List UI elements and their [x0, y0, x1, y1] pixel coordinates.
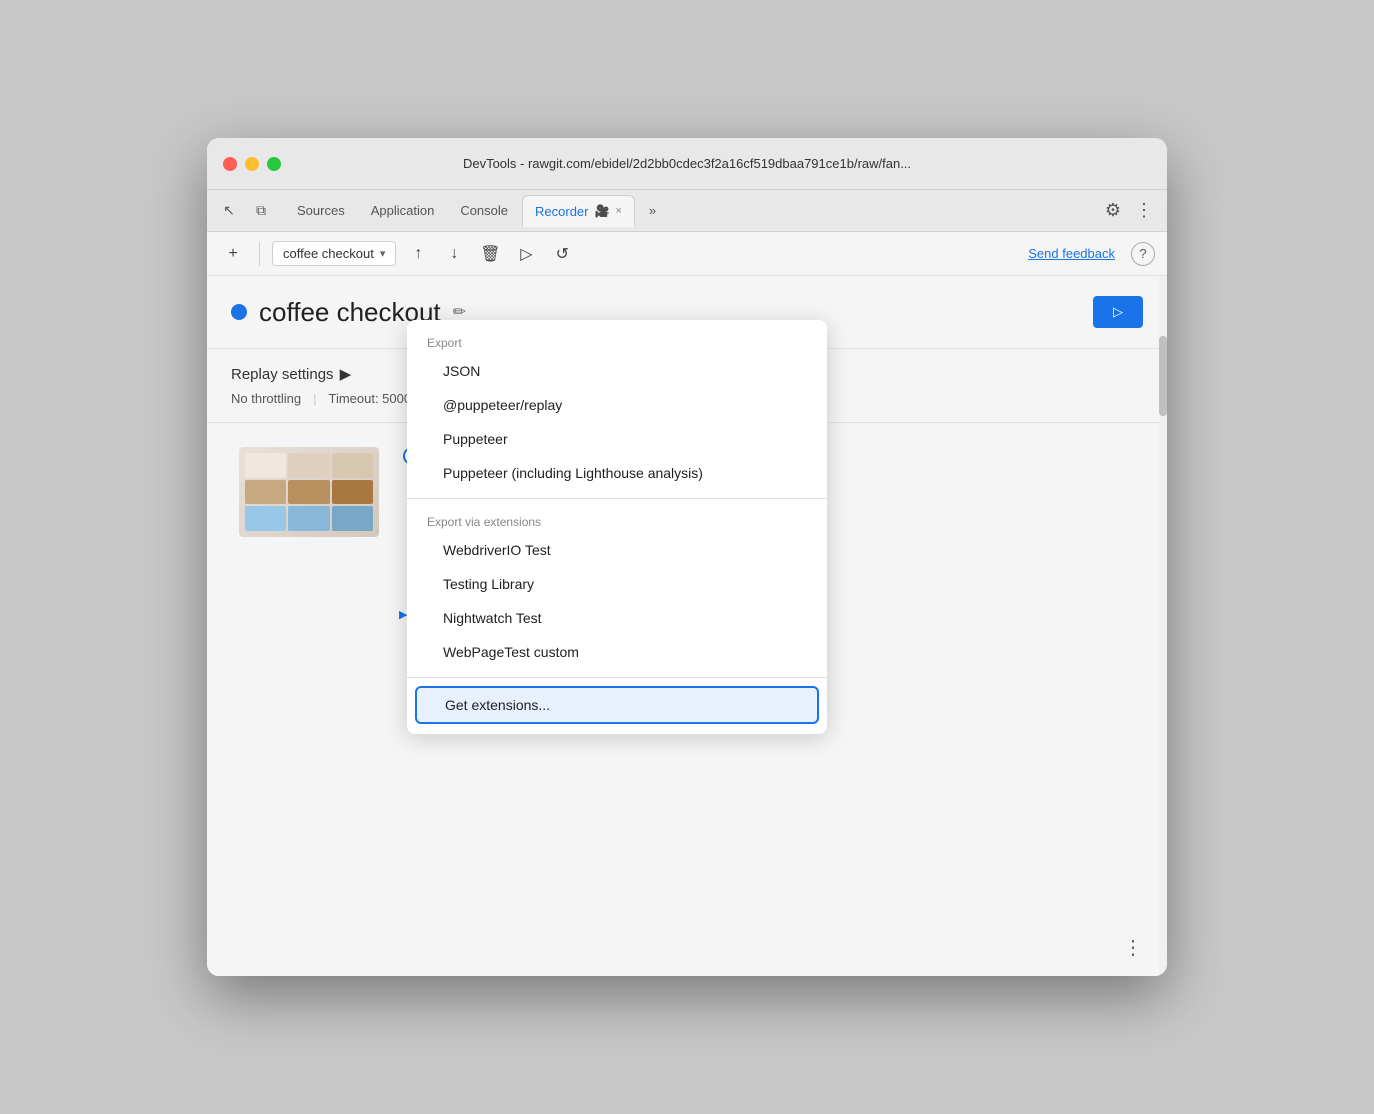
export-webpagetest-label: WebPageTest custom — [443, 644, 579, 660]
tabs-bar: ↖ ⧉ Sources Application Console Recorder… — [207, 190, 1167, 232]
maximize-button[interactable] — [267, 157, 281, 171]
minimize-button[interactable] — [245, 157, 259, 171]
thumb-cell-3 — [332, 453, 373, 478]
export-json-label: JSON — [443, 363, 480, 379]
close-button[interactable] — [223, 157, 237, 171]
window-title: DevTools - rawgit.com/ebidel/2d2bb0cdec3… — [463, 156, 911, 171]
toolbar: + coffee checkout ▾ ↑ ↓ 🗑 ▷ ↺ Send feedb… — [207, 232, 1167, 276]
export-testing-library-label: Testing Library — [443, 576, 534, 592]
recorder-icon: 🎥 — [594, 204, 609, 218]
toolbar-divider-1 — [259, 242, 260, 266]
bottom-more-options-icon[interactable]: ⋮ — [1123, 935, 1143, 960]
tab-application[interactable]: Application — [359, 195, 447, 227]
thumb-cell-7 — [245, 506, 286, 531]
tab-icons: ↖ ⧉ — [215, 197, 275, 225]
tab-recorder[interactable]: Recorder 🎥 × — [522, 195, 635, 227]
export-testing-library-item[interactable]: Testing Library — [407, 567, 827, 601]
recording-selector-label: coffee checkout — [283, 246, 374, 261]
send-feedback-link[interactable]: Send feedback — [1028, 246, 1115, 261]
export-puppeteer-replay-item[interactable]: @puppeteer/replay — [407, 388, 827, 422]
tab-console[interactable]: Console — [448, 195, 520, 227]
chevron-down-icon: ▾ — [380, 247, 386, 260]
export-webpagetest-item[interactable]: WebPageTest custom — [407, 635, 827, 669]
help-button[interactable]: ? — [1131, 242, 1155, 266]
export-webdriverio-item[interactable]: WebdriverIO Test — [407, 533, 827, 567]
export-puppeteer-label: Puppeteer — [443, 431, 508, 447]
step-thumbnail — [239, 447, 379, 537]
settings-chevron-right-icon: ▶ — [340, 365, 352, 383]
gear-icon[interactable]: ⚙ — [1099, 200, 1127, 221]
start-recording-button[interactable]: ▷ — [1093, 296, 1143, 328]
trash-icon: 🗑 — [480, 244, 500, 264]
scrollbar-track[interactable] — [1159, 276, 1167, 976]
delete-button[interactable]: 🗑 — [476, 240, 504, 268]
title-bar: DevTools - rawgit.com/ebidel/2d2bb0cdec3… — [207, 138, 1167, 190]
tab-more[interactable]: » — [637, 195, 668, 227]
tab-recorder-close[interactable]: × — [615, 205, 621, 217]
recording-selector[interactable]: coffee checkout ▾ — [272, 241, 396, 266]
scrollbar-thumb[interactable] — [1159, 336, 1167, 416]
export-puppeteer-replay-label: @puppeteer/replay — [443, 397, 562, 413]
export-section-label: Export — [407, 328, 827, 354]
export-puppeteer-item[interactable]: Puppeteer — [407, 422, 827, 456]
extensions-section-label: Export via extensions — [407, 507, 827, 533]
add-icon: + — [228, 245, 237, 263]
more-options-icon[interactable]: ⋮ — [1129, 200, 1159, 221]
cursor-icon: ↖ — [223, 202, 235, 219]
layers-icon-btn[interactable]: ⧉ — [247, 197, 275, 225]
edit-icon[interactable]: ✏ — [453, 302, 466, 322]
cursor-icon-btn[interactable]: ↖ — [215, 197, 243, 225]
get-extensions-item[interactable]: Get extensions... — [415, 686, 819, 724]
layers-icon: ⧉ — [256, 202, 266, 219]
play-icon: ▷ — [520, 244, 532, 264]
thumb-cell-8 — [288, 506, 329, 531]
recording-status-dot — [231, 304, 247, 320]
tab-sources[interactable]: Sources — [285, 195, 357, 227]
tab-more-label: » — [649, 203, 656, 218]
replay-button[interactable]: ↺ — [548, 240, 576, 268]
thumb-cell-9 — [332, 506, 373, 531]
export-json-item[interactable]: JSON — [407, 354, 827, 388]
get-extensions-label: Get extensions... — [445, 697, 550, 713]
tab-sources-label: Sources — [297, 203, 345, 218]
export-puppeteer-lighthouse-label: Puppeteer (including Lighthouse analysis… — [443, 465, 703, 481]
upload-icon: ↑ — [414, 245, 422, 263]
thumb-cell-4 — [245, 480, 286, 505]
tab-application-label: Application — [371, 203, 435, 218]
settings-divider: | — [313, 391, 316, 406]
thumb-cell-6 — [332, 480, 373, 505]
thumb-cell-5 — [288, 480, 329, 505]
export-nightwatch-label: Nightwatch Test — [443, 610, 542, 626]
devtools-window: DevTools - rawgit.com/ebidel/2d2bb0cdec3… — [207, 138, 1167, 976]
upload-button[interactable]: ↑ — [404, 240, 432, 268]
tab-console-label: Console — [460, 203, 508, 218]
add-recording-button[interactable]: + — [219, 240, 247, 268]
thumb-cell-1 — [245, 453, 286, 478]
throttling-value: No throttling — [231, 391, 301, 406]
download-icon: ↓ — [450, 245, 458, 263]
export-webdriverio-label: WebdriverIO Test — [443, 542, 551, 558]
traffic-lights — [223, 157, 281, 171]
dropdown-divider-2 — [407, 677, 827, 678]
export-puppeteer-lighthouse-item[interactable]: Puppeteer (including Lighthouse analysis… — [407, 456, 827, 490]
export-nightwatch-item[interactable]: Nightwatch Test — [407, 601, 827, 635]
export-dropdown: Export JSON @puppeteer/replay Puppeteer … — [407, 320, 827, 734]
replay-settings-label: Replay settings — [231, 366, 334, 383]
download-button[interactable]: ↓ — [440, 240, 468, 268]
help-icon: ? — [1139, 246, 1146, 261]
thumb-cell-2 — [288, 453, 329, 478]
replay-icon: ↺ — [556, 244, 569, 264]
play-button[interactable]: ▷ — [512, 240, 540, 268]
dropdown-divider — [407, 498, 827, 499]
tab-recorder-label: Recorder — [535, 204, 588, 219]
main-content: coffee checkout ✏ ▷ Replay settings ▶ No… — [207, 276, 1167, 976]
